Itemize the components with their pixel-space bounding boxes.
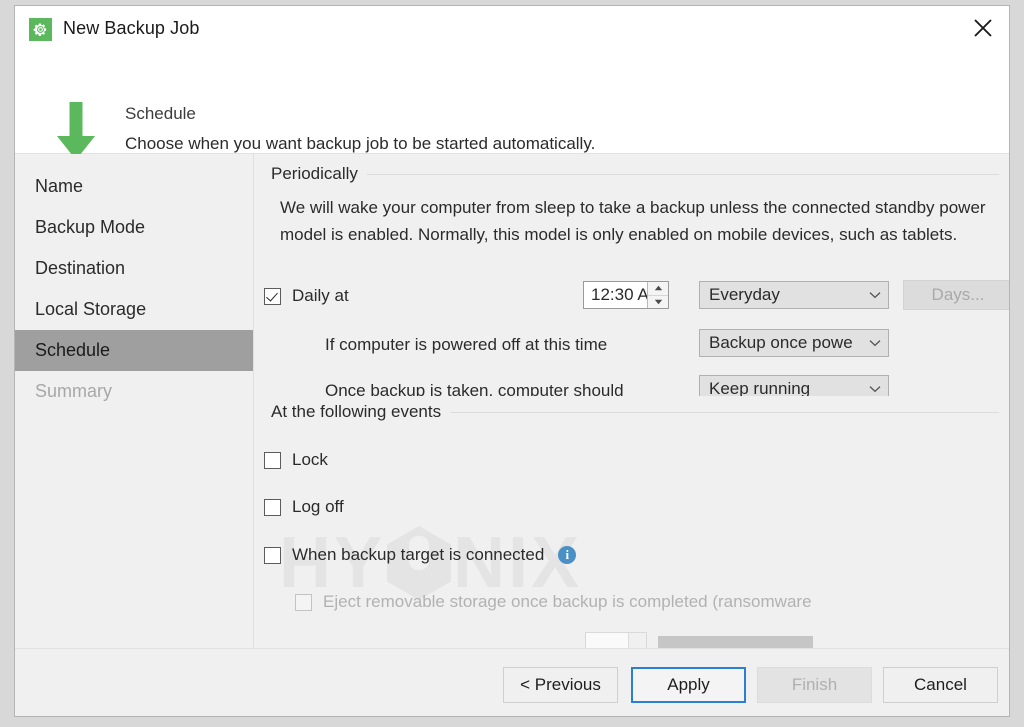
daily-at-label: Daily at	[292, 286, 349, 305]
gear-icon	[29, 18, 52, 41]
event-target-connected-row[interactable]: When backup target is connected i	[264, 540, 577, 570]
periodically-group-header: Periodically	[271, 164, 999, 184]
events-group: At the following events	[271, 396, 999, 422]
dialog-header: Schedule Choose when you want backup job…	[15, 50, 1009, 179]
header-subtitle: Choose when you want backup job to be st…	[125, 134, 596, 153]
sidebar-item-backup-mode[interactable]: Backup Mode	[15, 207, 253, 248]
sidebar-item-summary: Summary	[35, 381, 113, 401]
backup-target-connected-label: When backup target is connected	[292, 545, 545, 564]
frequency-value: Everyday	[709, 285, 780, 304]
wizard-sidebar: Name Backup Mode Destination Local Stora…	[15, 154, 254, 648]
log-off-checkbox[interactable]	[264, 498, 281, 516]
dialog-body: Name Backup Mode Destination Local Stora…	[15, 154, 1009, 648]
backup-target-connected-checkbox[interactable]	[264, 546, 281, 564]
new-backup-job-dialog: New Backup Job Schedule Choose when you …	[14, 5, 1010, 717]
spinner-down-icon[interactable]	[648, 296, 668, 309]
powered-off-label: If computer is powered off at this time	[325, 335, 608, 354]
events-group-label: At the following events	[271, 402, 451, 422]
finish-button: Finish	[757, 667, 872, 703]
sidebar-item-local-storage[interactable]: Local Storage	[15, 289, 253, 330]
days-button: Days...	[903, 280, 1009, 310]
event-lock-row[interactable]: Lock	[264, 445, 328, 475]
info-icon[interactable]: i	[558, 546, 577, 564]
spinner-up-icon[interactable]	[648, 282, 668, 296]
eject-removable-storage-checkbox	[295, 593, 312, 611]
dialog-footer: < Previous Apply Finish Cancel	[15, 648, 1009, 716]
clipped-control-row	[585, 632, 813, 648]
periodically-group: Periodically We will wake your computer …	[271, 164, 999, 248]
events-group-header: At the following events	[271, 402, 999, 422]
clipped-dropdown[interactable]	[658, 635, 813, 648]
sidebar-item-destination[interactable]: Destination	[15, 248, 253, 289]
cancel-button[interactable]: Cancel	[883, 667, 998, 703]
lock-checkbox[interactable]	[264, 451, 281, 469]
event-logoff-row[interactable]: Log off	[264, 492, 344, 522]
header-title: Schedule	[125, 104, 196, 123]
frequency-dropdown[interactable]: Everyday	[699, 281, 889, 309]
wizard-content: HY NIX Periodically We will wake your co…	[255, 154, 1009, 648]
clipped-stepper[interactable]	[585, 632, 647, 648]
daily-at-row: Daily at	[264, 281, 349, 311]
powered-off-value: Backup once powe	[709, 333, 853, 352]
group-divider	[366, 173, 999, 175]
periodically-description: We will wake your computer from sleep to…	[280, 198, 986, 244]
apply-button[interactable]: Apply	[631, 667, 746, 703]
title-bar: New Backup Job	[15, 6, 1009, 50]
time-spinner-buttons[interactable]	[647, 282, 668, 308]
powered-off-dropdown[interactable]: Backup once powe	[699, 329, 889, 357]
chevron-down-icon	[869, 286, 881, 304]
group-divider	[450, 411, 999, 413]
periodically-group-label: Periodically	[271, 164, 367, 184]
sidebar-item-schedule[interactable]: Schedule	[15, 330, 253, 371]
window-title: New Backup Job	[63, 18, 200, 38]
daily-time-value: 12:30 A	[591, 285, 649, 304]
lock-label: Lock	[292, 450, 328, 469]
daily-time-stepper[interactable]: 12:30 A	[583, 281, 669, 309]
sidebar-item-name[interactable]: Name	[15, 166, 253, 207]
chevron-down-icon	[869, 334, 881, 352]
previous-button[interactable]: < Previous	[503, 667, 618, 703]
powered-off-row: If computer is powered off at this time	[325, 330, 607, 360]
log-off-label: Log off	[292, 497, 344, 516]
event-eject-storage-row: Eject removable storage once backup is c…	[295, 587, 812, 617]
close-icon[interactable]	[957, 6, 1009, 50]
eject-removable-storage-label: Eject removable storage once backup is c…	[323, 592, 812, 611]
daily-at-checkbox[interactable]	[264, 287, 281, 305]
